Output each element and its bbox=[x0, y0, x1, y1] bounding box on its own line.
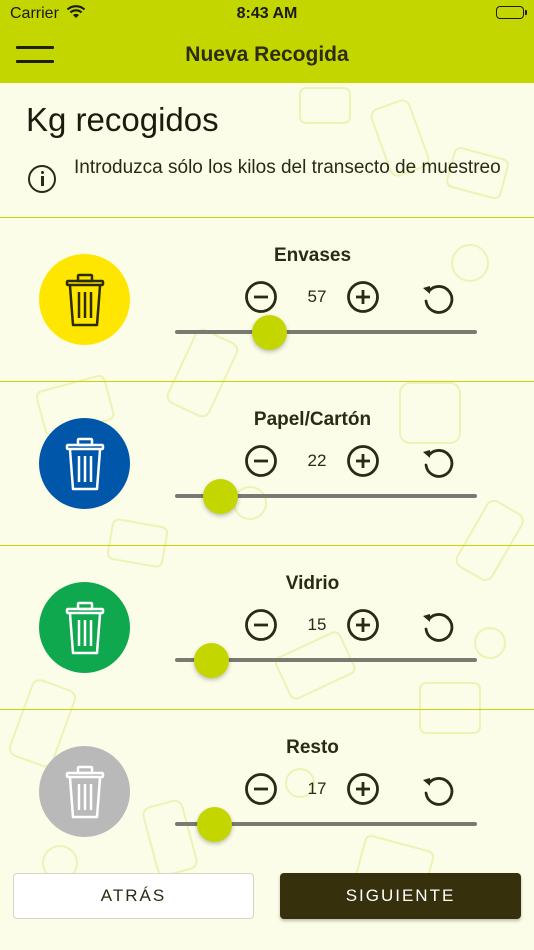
category-row: Envases 57 bbox=[0, 217, 534, 382]
slider-thumb[interactable] bbox=[203, 479, 238, 514]
category-label: Resto bbox=[286, 737, 339, 758]
increment-icon[interactable] bbox=[346, 772, 380, 806]
trash-bin-icon bbox=[39, 582, 130, 673]
category-label: Envases bbox=[273, 245, 352, 266]
reset-icon[interactable] bbox=[420, 280, 454, 314]
decrement-icon[interactable] bbox=[244, 772, 278, 806]
reset-icon[interactable] bbox=[420, 444, 454, 478]
decrement-icon[interactable] bbox=[244, 280, 278, 314]
reset-icon[interactable] bbox=[420, 772, 454, 806]
slider-thumb[interactable] bbox=[252, 315, 287, 350]
next-button[interactable]: SIGUIENTE bbox=[280, 873, 521, 919]
kg-slider[interactable] bbox=[175, 643, 477, 678]
kg-slider[interactable] bbox=[175, 315, 477, 350]
info-icon bbox=[28, 165, 56, 193]
battery-icon bbox=[496, 6, 527, 19]
kg-value: 22 bbox=[307, 451, 327, 470]
info-text: Introduzca sólo los kilos del transecto … bbox=[74, 157, 501, 178]
trash-bin-icon bbox=[39, 746, 130, 837]
trash-bin-icon bbox=[39, 254, 130, 345]
clock: 8:43 AM bbox=[236, 5, 298, 22]
reset-icon[interactable] bbox=[420, 608, 454, 642]
category-row: Papel/Cartón 22 bbox=[0, 381, 534, 546]
category-row: Resto 17 bbox=[0, 709, 534, 874]
kg-slider[interactable] bbox=[175, 807, 477, 842]
decrement-icon[interactable] bbox=[244, 608, 278, 642]
kg-slider[interactable] bbox=[175, 479, 477, 514]
back-button[interactable]: ATRÁS bbox=[13, 873, 254, 919]
trash-bin-icon bbox=[39, 418, 130, 509]
nav-bar: Nueva Recogida bbox=[0, 28, 534, 83]
category-label: Papel/Cartón bbox=[253, 409, 372, 430]
kg-value: 15 bbox=[307, 615, 327, 634]
kg-value: 17 bbox=[307, 779, 327, 798]
category-row: Vidrio 15 bbox=[0, 545, 534, 710]
slider-track bbox=[175, 330, 477, 334]
slider-thumb[interactable] bbox=[197, 807, 232, 842]
kg-value: 57 bbox=[307, 287, 327, 306]
decrement-icon[interactable] bbox=[244, 444, 278, 478]
main-content: Kg recogidos Introduzca sólo los kilos d… bbox=[0, 83, 534, 950]
increment-icon[interactable] bbox=[346, 608, 380, 642]
status-bar: Carrier 8:43 AM bbox=[0, 0, 534, 28]
slider-thumb[interactable] bbox=[194, 643, 229, 678]
increment-icon[interactable] bbox=[346, 280, 380, 314]
section-heading: Kg recogidos bbox=[26, 101, 219, 138]
category-label: Vidrio bbox=[285, 573, 340, 594]
page-title: Nueva Recogida bbox=[185, 43, 349, 66]
increment-icon[interactable] bbox=[346, 444, 380, 478]
